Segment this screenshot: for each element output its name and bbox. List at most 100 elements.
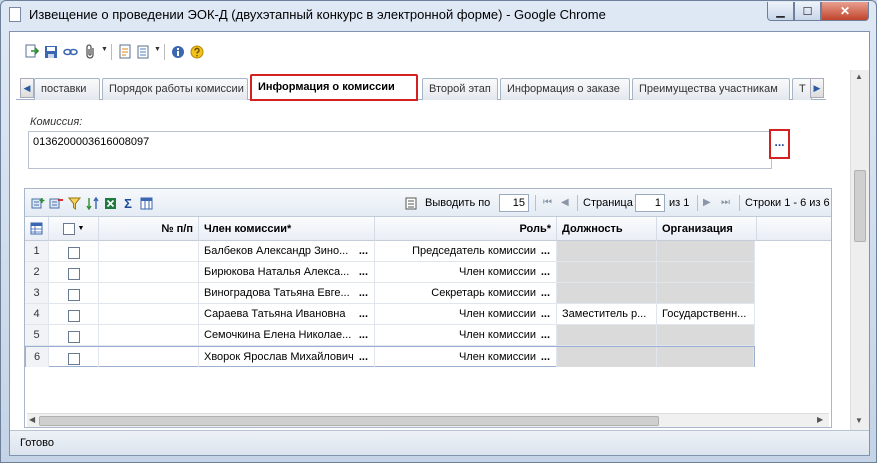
column-header-member[interactable]: Член комиссии* [199,217,375,241]
column-settings-icon[interactable] [25,217,49,241]
table-row[interactable]: 3 Виноградова Татьяна Евге...... Секрета… [25,283,755,304]
status-bar: Готово [10,430,869,455]
column-header-organization[interactable]: Организация [657,217,757,241]
row-num-cell[interactable] [99,347,199,367]
page-input[interactable] [635,194,665,212]
row-member-cell[interactable]: Семочкина Елена Николае...... [199,325,375,345]
print-icon[interactable] [136,44,151,59]
last-page-button[interactable]: ⏭ [721,197,730,208]
tab-scroll-left-button[interactable]: ◀ [20,78,34,98]
role-select-button[interactable]: ... [541,283,550,303]
row-index: 4 [25,304,49,324]
delete-row-icon[interactable] [49,197,63,210]
row-role-cell[interactable]: Член комиссии... [375,325,557,345]
tab-delivery[interactable]: поставки [34,78,100,100]
tab-second-stage[interactable]: Второй этап [422,78,498,100]
row-member-cell[interactable]: Бирюкова Наталья Алекса...... [199,262,375,282]
scroll-left-arrow-icon[interactable]: ◀ [29,415,35,424]
row-num-cell[interactable] [99,241,199,261]
attach-dropdown-icon[interactable]: ▼ [101,46,108,53]
member-select-button[interactable]: ... [359,304,368,324]
row-role-cell[interactable]: Председатель комиссии... [375,241,557,261]
table-row[interactable]: 5 Семочкина Елена Николае...... Член ком… [25,325,755,346]
scroll-down-arrow-icon[interactable]: ▼ [855,416,863,425]
tab-scroll-right-button[interactable]: ▶ [810,78,824,98]
help-icon[interactable] [189,44,204,59]
next-page-button[interactable]: ▶ [703,197,711,208]
filter-icon[interactable] [67,197,81,210]
maximize-button[interactable]: ☐ [794,2,821,21]
row-role-cell[interactable]: Секретарь комиссии... [375,283,557,303]
page-vertical-scrollbar[interactable]: ▲ ▼ [850,70,869,430]
scroll-up-arrow-icon[interactable]: ▲ [855,72,863,81]
member-select-button[interactable]: ... [359,347,368,367]
attach-icon[interactable] [83,44,98,59]
row-num-cell[interactable] [99,262,199,282]
row-checkbox[interactable] [49,347,99,367]
sort-icon[interactable] [85,197,99,210]
role-select-button[interactable]: ... [541,304,550,324]
row-member-cell[interactable]: Сараева Татьяна Ивановна... [199,304,375,324]
row-role-cell[interactable]: Член комиссии... [375,262,557,282]
member-select-button[interactable]: ... [359,241,368,261]
row-checkbox[interactable] [49,262,99,282]
member-name: Балбеков Александр Зино... [204,245,349,257]
row-num-cell[interactable] [99,325,199,345]
tab-order-info[interactable]: Информация о заказе [500,78,630,100]
tab-truncated[interactable]: Т [792,78,812,100]
row-num-cell[interactable] [99,304,199,324]
role-select-button[interactable]: ... [541,262,550,282]
title-bar: Извещение о проведении ЭОК-Д (двухэтапны… [1,1,877,29]
excel-icon[interactable] [103,197,117,210]
export-icon[interactable] [24,44,39,59]
table-row[interactable]: 4 Сараева Татьяна Ивановна... Член комис… [25,304,755,325]
row-member-cell[interactable]: Хворок Ярослав Михайлович... [199,347,375,367]
column-header-position[interactable]: Должность [557,217,657,241]
tab-commission-procedure[interactable]: Порядок работы комиссии [102,78,248,100]
document-icon[interactable] [118,44,133,59]
row-num-cell[interactable] [99,283,199,303]
columns-icon[interactable] [139,197,153,210]
row-member-cell[interactable]: Балбеков Александр Зино...... [199,241,375,261]
role-select-button[interactable]: ... [541,325,550,345]
print-dropdown-icon[interactable]: ▼ [154,46,161,53]
member-select-button[interactable]: ... [359,262,368,282]
first-page-button[interactable]: ⏮ [543,197,552,208]
link-icon[interactable] [63,44,78,59]
horizontal-scroll-thumb[interactable] [39,416,659,426]
select-all-checkbox[interactable]: ▼ [49,217,99,241]
row-role-cell[interactable]: Член комиссии... [375,347,557,367]
tab-participant-advantages[interactable]: Преимущества участникам [632,78,790,100]
tab-commission-info[interactable]: Информация о комиссии [250,74,418,101]
row-checkbox[interactable] [49,241,99,261]
role-select-button[interactable]: ... [541,241,550,261]
prev-page-button[interactable]: ◀ [561,197,569,208]
row-organization-cell [657,283,755,303]
commission-select-button[interactable]: ... [769,129,790,159]
row-member-cell[interactable]: Виноградова Татьяна Евге...... [199,283,375,303]
column-header-role[interactable]: Роль* [375,217,557,241]
table-row[interactable]: 2 Бирюкова Наталья Алекса...... Член ком… [25,262,755,283]
row-role-cell[interactable]: Член комиссии... [375,304,557,324]
add-row-icon[interactable] [31,197,45,210]
sum-icon[interactable]: Σ [121,196,135,211]
info-icon[interactable] [170,44,185,59]
table-row[interactable]: 6 Хворок Ярослав Михайлович... Член коми… [25,346,755,367]
row-checkbox[interactable] [49,304,99,324]
browser-window: Извещение о проведении ЭОК-Д (двухэтапны… [0,0,877,463]
member-select-button[interactable]: ... [359,325,368,345]
role-select-button[interactable]: ... [541,347,550,367]
close-button[interactable]: ✕ [821,2,869,21]
save-icon[interactable] [43,44,58,59]
row-checkbox[interactable] [49,325,99,345]
grid-horizontal-scrollbar[interactable]: ◀ ▶ [27,413,829,427]
per-page-input[interactable] [499,194,529,212]
scroll-right-arrow-icon[interactable]: ▶ [817,415,823,424]
table-row[interactable]: 1 Балбеков Александр Зино...... Председа… [25,241,755,262]
member-select-button[interactable]: ... [359,283,368,303]
row-checkbox[interactable] [49,283,99,303]
minimize-button[interactable]: ▁ [767,2,794,21]
vertical-scroll-thumb[interactable] [854,170,866,242]
commission-field[interactable]: 0136200003616008097 [28,131,772,169]
column-header-num[interactable]: № п/п [99,217,199,241]
